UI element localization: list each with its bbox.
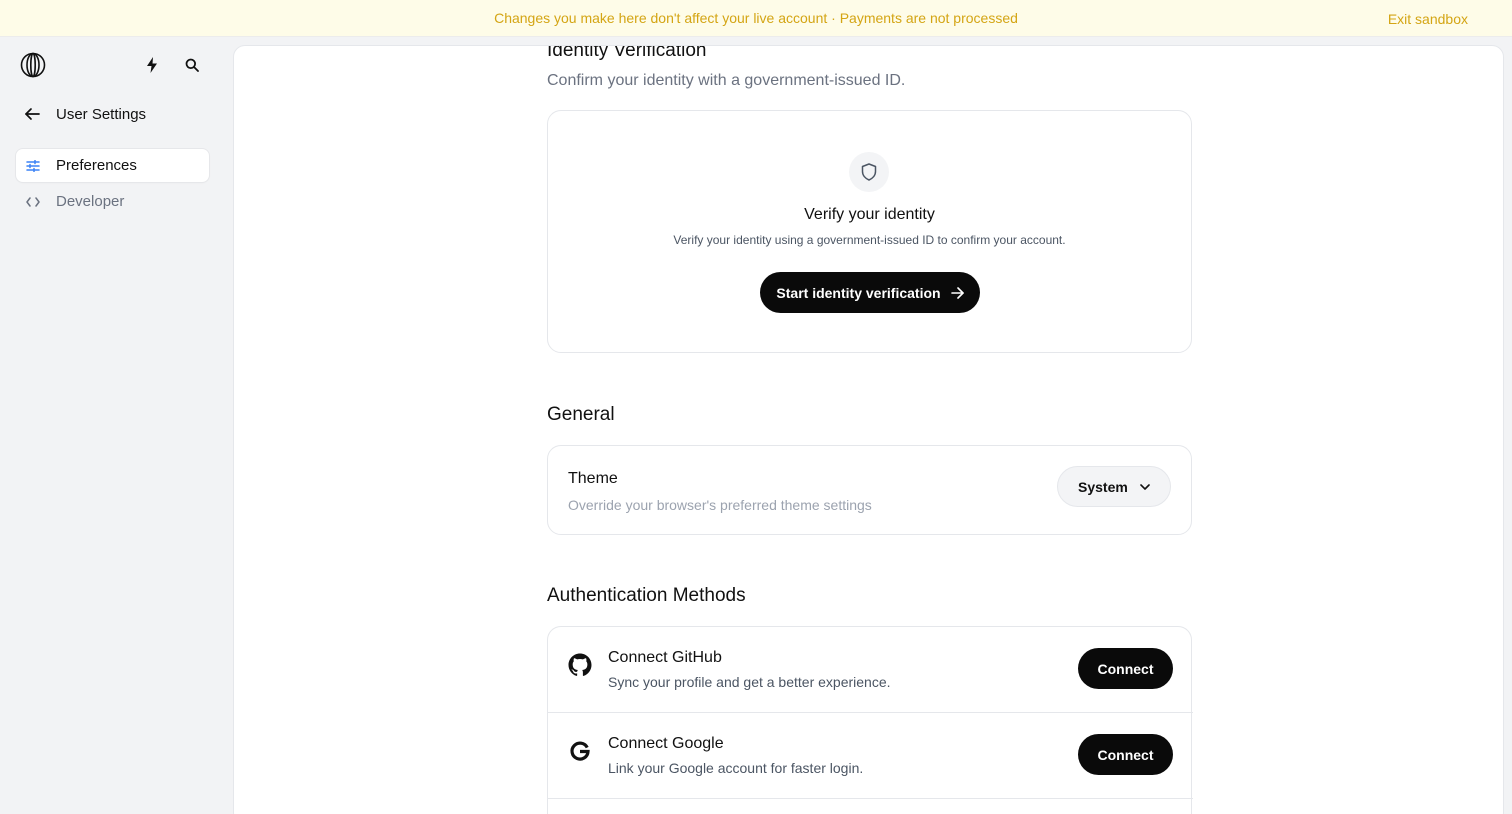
search-icon[interactable] (182, 55, 202, 75)
arrow-left-icon (24, 107, 40, 121)
main-panel: Identity Verification Confirm your ident… (233, 45, 1504, 814)
verify-title: Verify your identity (804, 206, 935, 223)
divider (548, 798, 1193, 799)
sliders-icon (26, 159, 40, 172)
sidebar-item-developer[interactable]: Developer (16, 185, 209, 218)
general-heading: General (547, 404, 615, 425)
connect-github-button[interactable]: Connect (1078, 648, 1173, 689)
google-icon (568, 739, 592, 763)
auth-method-description: Sync your profile and get a better exper… (608, 674, 891, 690)
sidebar-item-label: Developer (56, 193, 125, 210)
auth-method-title: Connect Google (608, 735, 724, 752)
chevron-down-icon (1140, 483, 1150, 490)
sandbox-banner-message: Changes you make here don't affect your … (494, 10, 1018, 26)
sidebar-item-preferences[interactable]: Preferences (16, 149, 209, 182)
auth-method-title: Connect GitHub (608, 649, 722, 666)
logo-icon[interactable] (20, 52, 46, 78)
sandbox-banner: Changes you make here don't affect your … (0, 0, 1512, 37)
auth-heading: Authentication Methods (547, 585, 746, 606)
shield-icon (849, 152, 889, 192)
back-to-user-settings[interactable]: User Settings (24, 102, 146, 126)
auth-method-description: Link your Google account for faster logi… (608, 760, 864, 776)
theme-select-value: System (1078, 478, 1128, 495)
identity-heading: Identity Verification (547, 45, 707, 61)
code-icon (26, 196, 40, 207)
identity-subheading: Confirm your identity with a government-… (547, 72, 906, 89)
identity-verification-card: Verify your identity Verify your identit… (547, 110, 1192, 353)
sidebar-item-label: Preferences (56, 157, 137, 174)
button-label: Start identity verification (776, 284, 941, 301)
back-label: User Settings (56, 105, 147, 123)
theme-select[interactable]: System (1057, 466, 1171, 507)
auth-methods-card: Connect GitHub Sync your profile and get… (547, 626, 1193, 814)
sidebar: User Settings Preferences Developer (0, 37, 232, 814)
verify-description: Verify your identity using a government-… (673, 233, 1066, 247)
arrow-right-icon (950, 286, 964, 299)
lightning-icon[interactable] (142, 55, 162, 75)
auth-row-google: Connect Google Link your Google account … (548, 713, 1193, 798)
exit-sandbox-link[interactable]: Exit sandbox (1388, 11, 1468, 27)
theme-card: Theme Override your browser's preferred … (547, 445, 1192, 535)
github-icon (568, 653, 592, 677)
start-identity-verification-button[interactable]: Start identity verification (760, 272, 980, 313)
connect-google-button[interactable]: Connect (1078, 734, 1173, 775)
auth-row-github: Connect GitHub Sync your profile and get… (548, 627, 1193, 712)
theme-title: Theme (568, 470, 618, 487)
theme-description: Override your browser's preferred theme … (568, 497, 872, 513)
